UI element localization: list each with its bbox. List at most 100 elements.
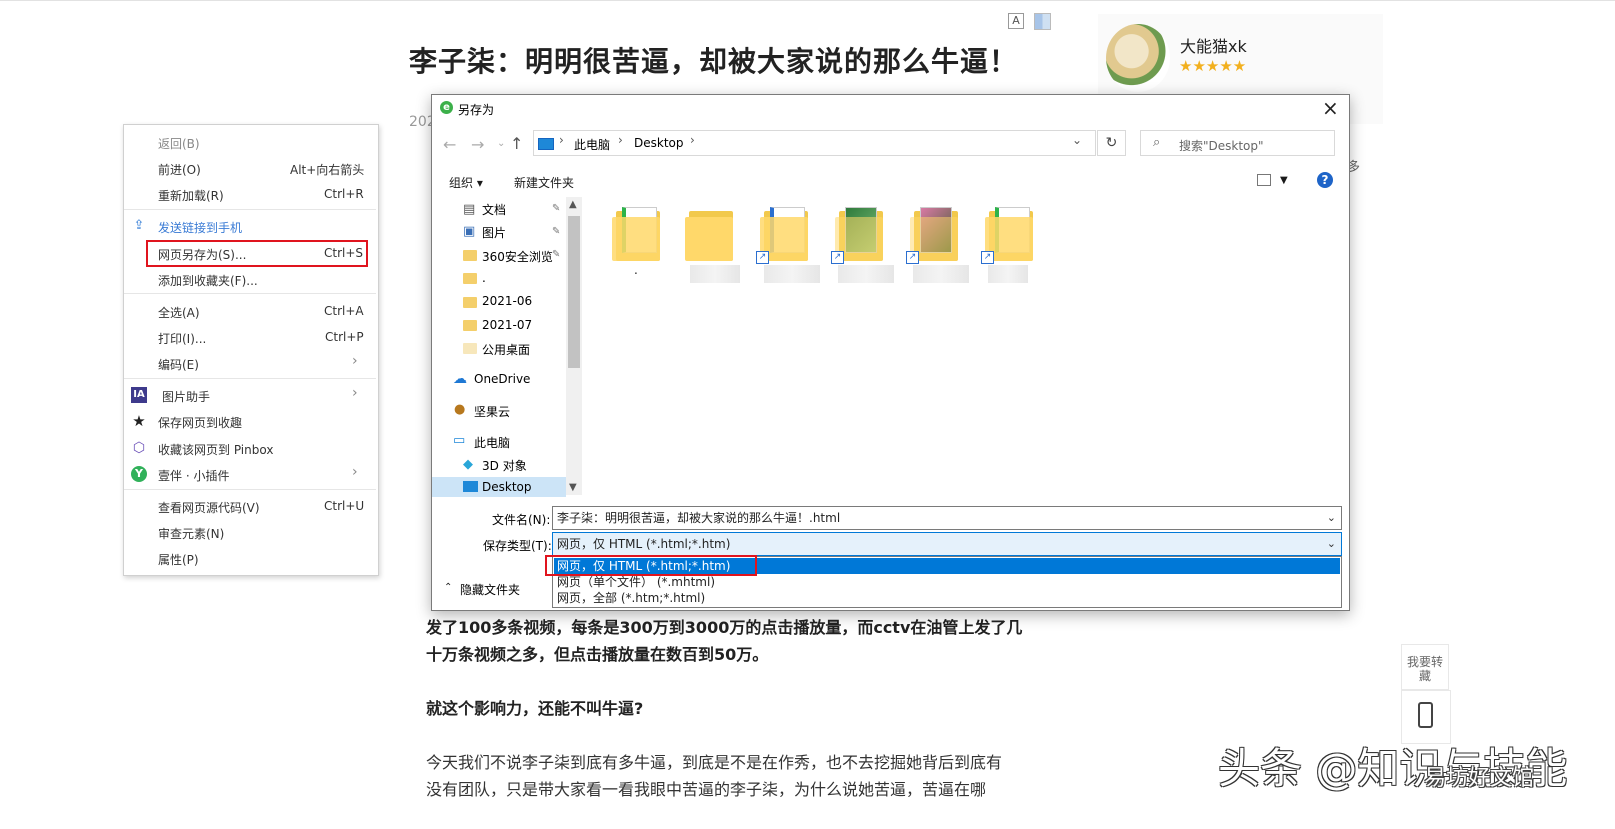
article-paragraph: 十万条视频之多，但点击播放量在数百到50万。: [426, 645, 769, 664]
organize-button[interactable]: 组织 ▾: [449, 174, 483, 191]
search-placeholder: 搜索"Desktop": [1179, 139, 1264, 153]
menu-item-send-to-phone[interactable]: 发送链接到手机: [158, 219, 242, 236]
breadcrumb-this-pc[interactable]: 此电脑: [574, 136, 610, 153]
menu-separator: [124, 293, 376, 294]
forward-arrow-icon[interactable]: →: [471, 135, 484, 154]
menu-item-reload[interactable]: 重新加载(R): [158, 187, 224, 204]
folder-icon: [463, 273, 477, 284]
yiban-icon: Y: [131, 466, 147, 482]
shortcut-folder-item[interactable]: ↗: [831, 207, 885, 264]
filetype-select[interactable]: 网页，仅 HTML (*.html;*.htm) ⌄: [552, 532, 1342, 556]
folder-icon: [463, 320, 477, 331]
up-arrow-icon[interactable]: ↑: [510, 134, 523, 153]
blurred-label: [988, 265, 1028, 283]
chevron-down-icon[interactable]: ⌄: [1327, 507, 1336, 529]
chevron-right-icon: ›: [352, 464, 358, 480]
nav-item-this-pc[interactable]: 此电脑: [474, 434, 510, 451]
nav-item-3d-objects[interactable]: 3D 对象: [482, 457, 527, 474]
folder-icon: [463, 343, 477, 354]
blurred-label: [690, 265, 740, 283]
chevron-down-icon[interactable]: ⌄: [1327, 533, 1336, 555]
menu-item-save-to-shouqu[interactable]: 保存网页到收趣: [158, 414, 242, 431]
blurred-label: [764, 265, 820, 283]
nav-item-desktop[interactable]: Desktop: [482, 480, 532, 494]
view-options-icon[interactable]: [1257, 174, 1271, 186]
nav-item-2021-07[interactable]: 2021-07: [482, 318, 532, 332]
nav-item-dot[interactable]: .: [482, 271, 486, 285]
article-paragraph: 发了100多条视频，每条是300万到3000万的点击播放量，而cctv在油管上发…: [426, 618, 1023, 637]
nav-item-onedrive[interactable]: OneDrive: [474, 372, 530, 386]
filename-label: 文件名(N):: [492, 513, 551, 527]
mobile-phone-icon: [1418, 702, 1433, 728]
menu-separator: [124, 489, 376, 490]
menu-item-properties[interactable]: 属性(P): [158, 551, 199, 568]
font-size-icon[interactable]: A: [1008, 13, 1024, 29]
author-avatar[interactable]: [1106, 24, 1170, 92]
menu-item-add-favorite[interactable]: 添加到收藏夹(F)...: [158, 272, 258, 289]
filetype-option[interactable]: 网页，全部 (*.htm;*.html): [554, 590, 1340, 606]
breadcrumb-desktop[interactable]: Desktop: [634, 136, 684, 150]
scroll-down-icon[interactable]: ▼: [569, 482, 577, 493]
nav-item-pictures[interactable]: 图片: [482, 224, 506, 241]
close-icon[interactable]: ×: [1322, 96, 1339, 120]
menu-item-pinbox[interactable]: 收藏该网页到 Pinbox: [158, 441, 273, 458]
file-item[interactable]: [612, 207, 662, 262]
refresh-button[interactable]: ↻: [1097, 130, 1126, 156]
menu-shortcut: Ctrl+U: [324, 499, 365, 513]
search-icon: ⌕: [1153, 135, 1161, 150]
menu-item-save-as[interactable]: 网页另存为(S)...: [158, 246, 246, 263]
theme-icon[interactable]: [1034, 13, 1051, 30]
menu-item-yiban[interactable]: 壹伴 · 小插件: [158, 467, 229, 484]
chevron-up-icon[interactable]: ⌃: [444, 582, 452, 593]
nav-scrollbar-thumb[interactable]: [568, 216, 580, 368]
folder-icon: [463, 250, 477, 261]
shortcut-folder-item[interactable]: ↗: [906, 207, 960, 264]
send-to-phone-icon: ⇪: [133, 218, 145, 233]
menu-item-select-all[interactable]: 全选(A): [158, 304, 200, 321]
view-dropdown-icon[interactable]: ▼: [1280, 175, 1288, 186]
nav-item-public-desktop[interactable]: 公用桌面: [482, 341, 530, 358]
blurred-label: [838, 265, 894, 283]
pictures-icon: ▣: [463, 224, 476, 239]
3d-objects-icon: ◆: [463, 457, 473, 472]
nav-item-2021-06[interactable]: 2021-06: [482, 294, 532, 308]
menu-item-encoding[interactable]: 编码(E): [158, 356, 199, 373]
article-paragraph: 就这个影响力，还能不叫牛逼?: [426, 699, 644, 718]
new-folder-button[interactable]: 新建文件夹: [514, 174, 574, 191]
scroll-up-icon[interactable]: ▲: [569, 199, 577, 210]
nav-item-360[interactable]: 360安全浏览: [482, 248, 553, 265]
author-name[interactable]: 大能猫xk: [1180, 33, 1247, 57]
menu-item-inspect[interactable]: 审查元素(N): [158, 525, 224, 542]
menu-item-back[interactable]: 返回(B): [158, 135, 200, 152]
star-icon: ★: [132, 412, 146, 430]
highlight-box: [545, 555, 757, 576]
shortcut-folder-item[interactable]: ↗: [981, 207, 1035, 264]
pin-icon: ✎: [552, 203, 561, 214]
nav-item-documents[interactable]: 文档: [482, 201, 506, 218]
help-icon[interactable]: ?: [1317, 172, 1333, 188]
menu-item-view-source[interactable]: 查看网页源代码(V): [158, 499, 260, 516]
menu-item-forward[interactable]: 前进(O): [158, 161, 201, 178]
address-dropdown-icon[interactable]: ⌄: [1072, 133, 1082, 147]
filetype-option[interactable]: 网页（单个文件） (*.mhtml): [554, 574, 1340, 590]
pin-icon: ✎: [552, 226, 561, 237]
menu-separator: [124, 209, 376, 210]
filename-input[interactable]: 李子柒：明明很苦逼，却被大家说的那么牛逼！.html ⌄: [552, 506, 1342, 530]
chevron-right-icon: ›: [618, 133, 623, 147]
jianguoyun-icon: ●: [454, 402, 466, 417]
hide-folders-button[interactable]: 隐藏文件夹: [460, 581, 520, 598]
recent-chevron-icon[interactable]: ⌄: [497, 138, 505, 149]
blurred-label: [913, 265, 969, 283]
file-label: .: [634, 263, 638, 277]
nav-item-jianguoyun[interactable]: 坚果云: [474, 403, 510, 420]
menu-item-print[interactable]: 打印(I)...: [158, 330, 206, 347]
folder-item[interactable]: [685, 207, 735, 262]
onedrive-icon: ☁: [453, 371, 467, 387]
shortcut-folder-item[interactable]: ↗: [756, 207, 810, 264]
chevron-right-icon: ›: [352, 385, 358, 401]
image-helper-icon: IA: [131, 387, 147, 403]
back-arrow-icon[interactable]: ←: [443, 135, 456, 154]
favorite-button[interactable]: 我要转藏: [1401, 644, 1449, 690]
filetype-label: 保存类型(T):: [483, 539, 552, 553]
menu-item-image-helper[interactable]: 图片助手: [162, 388, 210, 405]
